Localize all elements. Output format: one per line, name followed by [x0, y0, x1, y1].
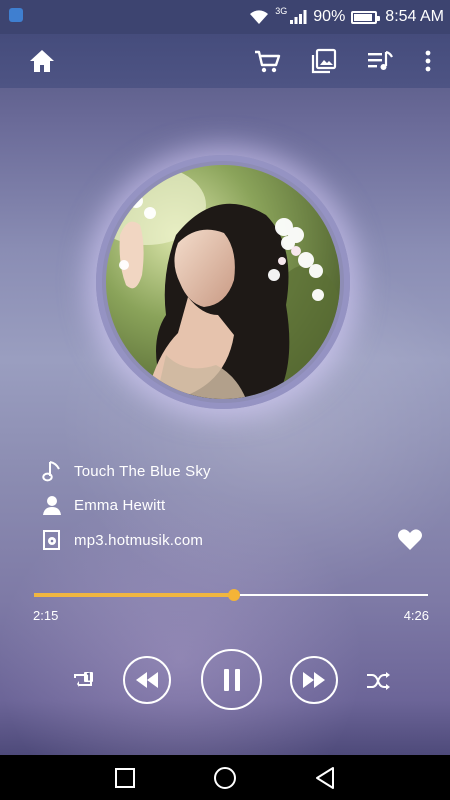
home-button[interactable]: [27, 46, 57, 76]
track-artist-row: Emma Hewitt: [42, 494, 165, 516]
elapsed-time: 2:15: [33, 608, 59, 623]
seek-bar-thumb[interactable]: [227, 589, 240, 601]
track-title-row: Touch The Blue Sky: [42, 460, 211, 482]
track-source-row: mp3.hotmusik.com: [42, 529, 203, 551]
status-indicators: 3G 90% 8:54 AM: [249, 0, 444, 34]
pause-button[interactable]: [201, 649, 262, 710]
total-time: 4:26: [403, 608, 429, 623]
shuffle-button[interactable]: [364, 667, 392, 695]
wifi-icon: [250, 10, 269, 24]
person-icon: [42, 494, 62, 516]
track-title: Touch The Blue Sky: [74, 462, 211, 480]
album-art-ring: [96, 155, 350, 409]
status-time: 8:54 AM: [385, 8, 444, 25]
fast-forward-icon: [303, 672, 325, 688]
playlist-button[interactable]: [365, 46, 395, 76]
toolbar: [0, 34, 450, 88]
more-options-button[interactable]: [413, 46, 443, 76]
network-type-label: 3G: [275, 6, 288, 16]
repeat-button[interactable]: [69, 666, 97, 694]
recents-icon: [115, 768, 135, 788]
track-source: mp3.hotmusik.com: [74, 531, 204, 549]
heart-icon: [398, 529, 422, 550]
status-bar: 3G 90% 8:54 AM: [0, 0, 450, 34]
more-vert-icon: [425, 50, 431, 72]
battery-icon: [351, 10, 381, 24]
gallery-icon: [311, 48, 337, 74]
gallery-button[interactable]: [309, 46, 339, 76]
signal-icon: [290, 10, 307, 24]
shuffle-icon: [367, 672, 390, 690]
system-nav-bar: [0, 755, 450, 800]
home-nav-button[interactable]: [212, 765, 238, 791]
pause-icon: [223, 668, 240, 691]
home-nav-icon: [214, 767, 236, 789]
back-button[interactable]: [312, 765, 338, 791]
battery-percent: 90%: [313, 8, 346, 25]
back-icon: [316, 767, 334, 789]
seek-bar-fill: [34, 593, 234, 597]
cart-icon: [255, 50, 281, 73]
store-button[interactable]: [252, 46, 282, 76]
album-icon: [42, 529, 62, 551]
favorite-button[interactable]: [397, 528, 423, 552]
seek-bar[interactable]: [34, 589, 428, 601]
album-art-container: [96, 155, 350, 409]
repeat-one-icon: [74, 672, 93, 687]
fast-forward-button[interactable]: [290, 656, 338, 704]
track-artist: Emma Hewitt: [74, 496, 166, 514]
music-note-icon: [42, 460, 62, 482]
battery-fill: [354, 13, 373, 21]
recents-button[interactable]: [112, 765, 138, 791]
rewind-icon: [136, 672, 158, 688]
app-notification-icon: [9, 8, 23, 22]
home-icon: [30, 50, 54, 72]
rewind-button[interactable]: [123, 656, 171, 704]
playlist-icon: [368, 50, 393, 70]
